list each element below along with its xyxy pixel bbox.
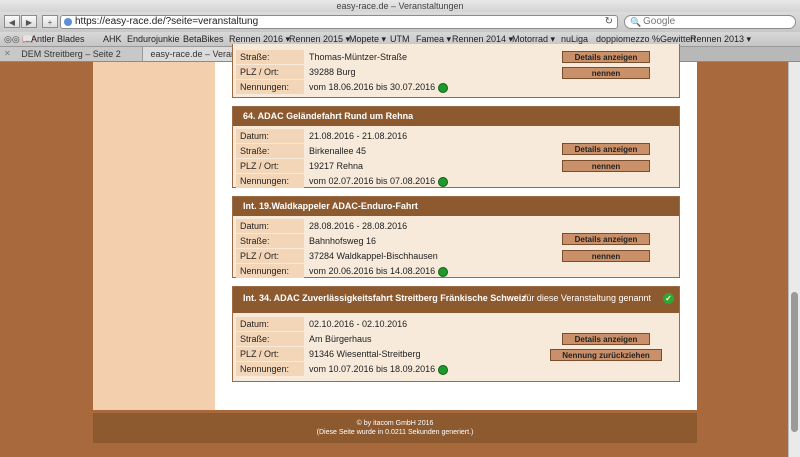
field-label: Nennungen: — [236, 362, 304, 376]
field-value: 91346 Wiesenttal-Streitberg — [309, 349, 421, 359]
field-value: 21.08.2016 - 21.08.2016 — [309, 131, 408, 141]
field-label: Straße: — [236, 332, 304, 346]
page-footer: © by itacom GmbH 2016 (Diese Seite wurde… — [93, 413, 697, 443]
registration-status: für diese Veranstaltung genannt — [523, 293, 651, 303]
field-value: vom 10.07.2016 bis 18.09.2016 — [309, 362, 499, 376]
event-card-streitberg: Int. 34. ADAC Zuverlässigkeitsfahrt Stre… — [232, 286, 680, 382]
field-value: vom 20.06.2016 bis 14.08.2016 — [309, 264, 499, 278]
forward-button[interactable]: ▶ — [21, 15, 37, 28]
vertical-scrollbar[interactable] — [788, 62, 800, 457]
event-title: 64. ADAC Geländefahrt Rund um Rehna — [233, 107, 679, 126]
nennen-button[interactable]: nennen — [562, 250, 650, 262]
field-label: PLZ / Ort: — [236, 347, 304, 361]
bookmark-item[interactable]: Endurojunkie — [127, 32, 180, 46]
add-bookmark-button[interactable]: + — [42, 15, 58, 28]
field-value: 28.08.2016 - 28.08.2016 — [309, 221, 408, 231]
search-icon: 🔍 — [630, 17, 642, 27]
bookmark-item[interactable]: Antler Blades — [31, 32, 85, 46]
event-card-burg: Straße: Thomas-Müntzer-Straße PLZ / Ort:… — [232, 44, 680, 98]
field-label: PLZ / Ort: — [236, 249, 304, 263]
status-dot-icon — [438, 266, 449, 277]
field-label: Straße: — [236, 234, 304, 248]
reading-list-icon[interactable]: ◎◎ 📖 — [4, 32, 33, 46]
bookmark-item[interactable]: BetaBikes — [183, 32, 224, 46]
field-label: Straße: — [236, 144, 304, 158]
field-label: Nennungen: — [236, 264, 304, 278]
field-value: Bahnhofsweg 16 — [309, 236, 377, 246]
field-label: Nennungen: — [236, 174, 304, 188]
event-title: Int. 34. ADAC Zuverlässigkeitsfahrt Stre… — [243, 293, 526, 303]
details-button[interactable]: Details anzeigen — [562, 51, 650, 63]
nennen-button[interactable]: nennen — [562, 160, 650, 172]
field-value: 39288 Burg — [309, 67, 356, 77]
bookmark-item[interactable]: AHK — [103, 32, 122, 46]
field-label: Nennungen: — [236, 80, 304, 94]
field-value: 02.10.2016 - 02.10.2016 — [309, 319, 408, 329]
globe-icon — [64, 18, 72, 26]
details-button[interactable]: Details anzeigen — [562, 143, 650, 155]
browser-toolbar: ◀ ▶ + https://easy-race.de/?seite=verans… — [0, 12, 800, 32]
generation-time: (Diese Seite wurde in 0.0211 Sekunden ge… — [316, 429, 474, 436]
checkmark-icon: ✓ — [663, 293, 674, 304]
window-title: easy-race.de – Veranstaltungen — [0, 0, 800, 12]
field-label: Datum: — [236, 317, 304, 331]
field-value: Am Bürgerhaus — [309, 334, 372, 344]
tab-dem-streitberg[interactable]: ✕ DEM Streitberg – Seite 2 — [0, 47, 143, 61]
event-title: Int. 19.Waldkappeler ADAC-Enduro-Fahrt — [233, 197, 679, 216]
status-dot-icon — [438, 364, 449, 375]
search-placeholder: Google — [643, 16, 676, 27]
withdraw-registration-button[interactable]: Nennung zurückziehen — [550, 349, 662, 361]
field-label: Straße: — [236, 50, 304, 64]
bookmark-item[interactable]: Rennen 2013 ▾ — [690, 32, 751, 46]
reload-icon[interactable]: ↻ — [605, 16, 613, 28]
details-button[interactable]: Details anzeigen — [562, 333, 650, 345]
close-icon[interactable]: ✕ — [4, 47, 11, 61]
field-value: 37284 Waldkappel-Bischhausen — [309, 251, 438, 261]
event-card-waldkappel: Int. 19.Waldkappeler ADAC-Enduro-Fahrt D… — [232, 196, 680, 278]
search-input[interactable]: 🔍 Google — [624, 15, 796, 29]
field-value: Birkenallee 45 — [309, 146, 367, 156]
nennen-button[interactable]: nennen — [562, 67, 650, 79]
field-label: Datum: — [236, 219, 304, 233]
field-value: Thomas-Müntzer-Straße — [309, 52, 408, 62]
event-header: Int. 34. ADAC Zuverlässigkeitsfahrt Stre… — [233, 287, 679, 313]
url-bar[interactable]: https://easy-race.de/?seite=veranstaltun… — [60, 15, 618, 29]
field-value: 19217 Rehna — [309, 161, 364, 171]
page-sidebar — [93, 62, 215, 410]
field-label: PLZ / Ort: — [236, 159, 304, 173]
field-value: vom 18.06.2016 bis 30.07.2016 — [309, 80, 499, 94]
copyright: © by itacom GmbH 2016 — [356, 420, 434, 427]
url-text: https://easy-race.de/?seite=veranstaltun… — [75, 16, 259, 27]
details-button[interactable]: Details anzeigen — [562, 233, 650, 245]
status-dot-icon — [438, 82, 449, 93]
field-label: PLZ / Ort: — [236, 65, 304, 79]
event-card-rehna: 64. ADAC Geländefahrt Rund um Rehna Datu… — [232, 106, 680, 188]
scrollbar-thumb[interactable] — [791, 292, 798, 432]
field-value: vom 02.07.2016 bis 07.08.2016 — [309, 174, 499, 188]
field-label: Datum: — [236, 129, 304, 143]
back-button[interactable]: ◀ — [4, 15, 20, 28]
status-dot-icon — [438, 176, 449, 187]
